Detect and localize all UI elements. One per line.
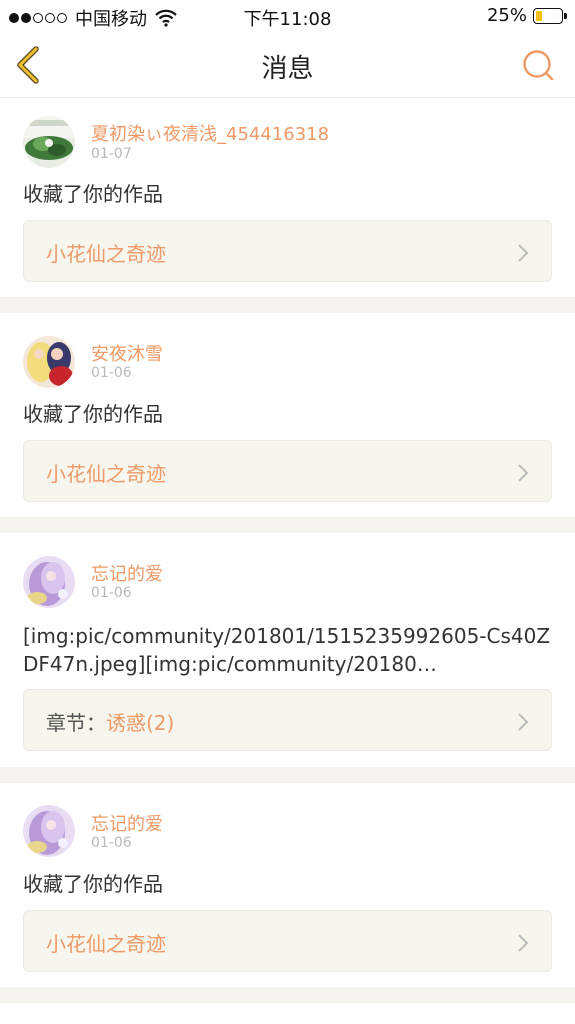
page-title: 消息 [261,54,314,84]
message-card: 忘记的爱 01-06 [img:pic/community/201801/151… [0,533,575,767]
message-card: 安夜沐雪 01-06 收藏了你的作品 小花仙之奇迹 [0,313,575,517]
work-link[interactable]: 小花仙之奇迹 [23,440,552,502]
message-text: 收藏了你的作品 [23,402,163,426]
avatar-image [23,805,75,857]
message-card: 忘记的爱 01-06 收藏了你的作品 小花仙之奇迹 [0,783,575,987]
chapter-title: 章节：诱惑(2) [46,707,174,736]
nav-bar: 消息 [0,34,575,98]
work-title: 小花仙之奇迹 [46,238,166,267]
message-text: [img:pic/community/201801/1515235992605-… [23,624,551,676]
link-title: 小花仙之奇迹 [46,462,166,486]
message-date: 01-06 [91,835,132,851]
avatar[interactable] [23,556,75,608]
battery-percent: 25% [486,5,527,26]
status-right: 25% [486,5,567,26]
message-text: 收藏了你的作品 [23,872,163,896]
work-title: 小花仙之奇迹 [46,928,166,957]
message-date: 01-06 [91,365,132,381]
avatar-image [23,336,75,388]
user-name[interactable]: 忘记的爱 [91,810,163,836]
chevron-right-icon [518,244,529,262]
work-title: 小花仙之奇迹 [46,458,166,487]
search-icon[interactable] [521,48,555,82]
message-date: 01-07 [91,146,132,162]
chapter-link[interactable]: 章节：诱惑(2) [23,689,552,751]
link-prefix: 章节： [46,711,106,735]
avatar[interactable] [23,116,75,168]
avatar-image [23,556,75,608]
work-link[interactable]: 小花仙之奇迹 [23,220,552,282]
link-title: 小花仙之奇迹 [46,242,166,266]
message-card-partial [0,1003,575,1024]
message-text: 收藏了你的作品 [23,182,163,206]
user-name[interactable]: 忘记的爱 [91,560,163,586]
user-name[interactable]: 夏初染ぃ夜清浅_454416318 [91,120,329,146]
avatar[interactable] [23,805,75,857]
chevron-right-icon [518,934,529,952]
chevron-right-icon [518,713,529,731]
status-bar: 中国移动 下午11:08 25% [0,0,575,34]
battery-fill [536,10,542,21]
user-name[interactable]: 安夜沐雪 [91,340,163,366]
message-card: 夏初染ぃ夜清浅_454416318 01-07 收藏了你的作品 小花仙之奇迹 [0,98,575,297]
link-title: 小花仙之奇迹 [46,932,166,956]
message-date: 01-06 [91,585,132,601]
chevron-right-icon [518,464,529,482]
avatar-image [23,116,75,168]
work-link[interactable]: 小花仙之奇迹 [23,910,552,972]
battery-icon [533,7,567,24]
avatar[interactable] [23,336,75,388]
link-title: 诱惑(2) [106,711,175,735]
